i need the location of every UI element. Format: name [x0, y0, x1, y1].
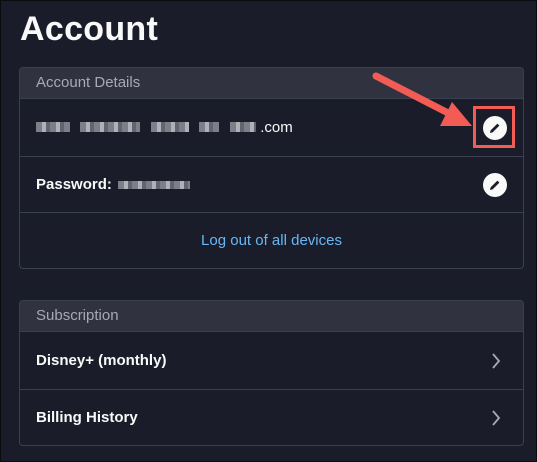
edit-password-button[interactable] [483, 172, 507, 197]
page-title: Account [20, 10, 159, 48]
email-blur [150, 122, 189, 133]
subscription-header: Subscription [20, 301, 523, 331]
subscription-card: Subscription Disney+ (monthly) Billing H… [19, 300, 524, 446]
annotation-highlight-box [473, 106, 515, 148]
email-suffix: .com [260, 118, 293, 136]
red-arrow-icon [372, 72, 472, 126]
logout-all-devices-link[interactable]: Log out of all devices [36, 232, 523, 249]
password-label: Password: [36, 176, 112, 193]
subscription-item-plan[interactable]: Disney+ (monthly) [20, 331, 523, 389]
pencil-icon [490, 180, 500, 190]
subscription-plan-label: Disney+ (monthly) [36, 352, 167, 369]
logout-row: Log out of all devices [20, 212, 523, 268]
password-masked-value [117, 180, 190, 189]
email-blur [80, 122, 141, 133]
email-blur [36, 122, 70, 133]
password-row: Password: [20, 156, 523, 212]
subscription-item-billing-history[interactable]: Billing History [20, 389, 523, 445]
email-value: .com [36, 119, 293, 137]
email-blur [229, 122, 256, 133]
billing-history-label: Billing History [36, 409, 138, 426]
chevron-right-icon [492, 352, 501, 369]
email-blur [199, 122, 220, 133]
chevron-right-icon [492, 409, 501, 426]
